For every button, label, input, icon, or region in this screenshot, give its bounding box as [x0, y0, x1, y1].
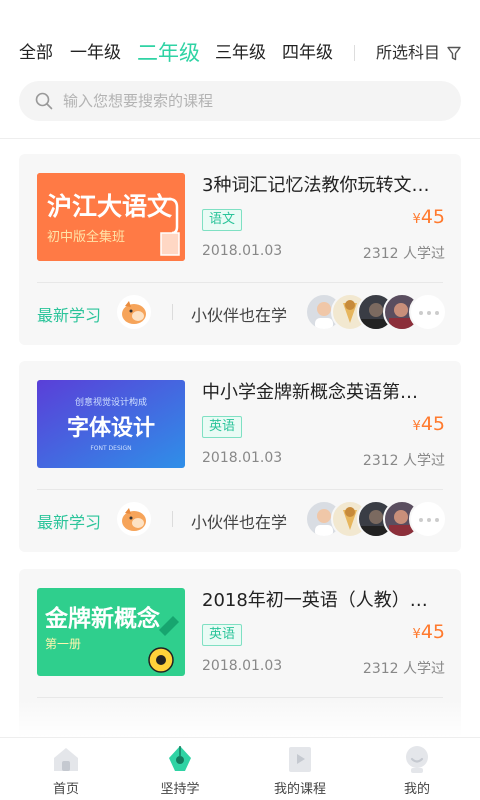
tab-my-courses[interactable]: 我的课程 [240, 738, 360, 800]
more-avatars-button[interactable] [409, 293, 447, 331]
more-dots-icon [419, 518, 439, 522]
latest-study-avatar[interactable] [117, 502, 151, 536]
cover-subtitle: 第一册 [45, 637, 81, 651]
search-bar[interactable] [19, 81, 461, 121]
tab-persist-study[interactable]: 坚持学 [120, 738, 240, 800]
price-value: 45 [420, 413, 445, 435]
course-date: 2018.01.03 [202, 243, 283, 259]
friends-avatar-group[interactable] [305, 500, 447, 538]
currency-symbol: ¥ [412, 419, 421, 434]
course-cover-art: 创意视觉设计构成 字体设计 FONT DESIGN [37, 380, 185, 468]
course-thumbnail[interactable]: 创意视觉设计构成 字体设计 FONT DESIGN [37, 380, 185, 468]
course-price: ¥45 [413, 621, 445, 643]
tab-label: 首页 [52, 782, 79, 797]
subject-tag: 英语 [202, 624, 243, 646]
course-title[interactable]: 中小学金牌新概念英语第… [202, 380, 448, 406]
tab-grade-all[interactable]: 全部 [19, 36, 53, 70]
course-card[interactable]: 沪江大语文 初中版全集班 3种词汇记忆法教你玩转文… 语文 ¥45 2018.0… [19, 154, 461, 345]
currency-symbol: ¥ [412, 212, 421, 227]
learner-count: 2312 人学过 [362, 661, 445, 677]
course-cover-art: 金牌新概念 第一册 [37, 588, 185, 676]
tab-home[interactable]: 首页 [6, 738, 126, 800]
course-title[interactable]: 2018年初一英语（人教）… [202, 588, 448, 614]
subject-filter-button[interactable]: 所选科目 [376, 36, 440, 70]
tab-label: 我的 [403, 782, 430, 797]
course-thumbnail[interactable]: 金牌新概念 第一册 [37, 588, 185, 676]
tab-grade-1[interactable]: 一年级 [70, 36, 121, 70]
card-divider [37, 697, 443, 698]
friends-avatar-group[interactable] [305, 293, 447, 331]
course-date: 2018.01.03 [202, 658, 283, 674]
scroll-fade [0, 700, 480, 737]
card-divider [37, 489, 443, 490]
subject-tag: 语文 [202, 209, 243, 231]
course-date: 2018.01.03 [202, 450, 283, 466]
bottom-tab-bar: 首页 坚持学 我的课程 我的 [0, 737, 480, 800]
cover-title: 字体设计 [67, 415, 155, 441]
divider [172, 304, 173, 320]
divider [172, 511, 173, 527]
course-price: ¥45 [413, 413, 445, 435]
tab-profile[interactable]: 我的 [357, 738, 477, 800]
mascot-icon [122, 301, 146, 324]
subject-tag: 英语 [202, 416, 243, 438]
cover-subtitle: 初中版全集班 [47, 229, 125, 245]
course-video-icon [289, 747, 311, 772]
search-icon [35, 92, 53, 110]
cover-subtitle: FONT DESIGN [90, 445, 131, 452]
course-thumbnail[interactable]: 沪江大语文 初中版全集班 [37, 173, 185, 261]
learner-count: 2312 人学过 [362, 246, 445, 262]
tab-grade-3[interactable]: 三年级 [215, 36, 266, 70]
currency-symbol: ¥ [412, 627, 421, 642]
latest-study-link[interactable]: 最新学习 [37, 302, 101, 326]
latest-study-link[interactable]: 最新学习 [37, 509, 101, 533]
pen-nib-icon [169, 746, 191, 771]
more-avatars-button[interactable] [409, 500, 447, 538]
more-dots-icon [419, 311, 439, 315]
latest-study-avatar[interactable] [117, 295, 151, 329]
search-input[interactable] [63, 81, 443, 121]
course-title[interactable]: 3种词汇记忆法教你玩转文… [202, 173, 448, 199]
divider [354, 45, 355, 61]
tab-label: 坚持学 [160, 782, 200, 797]
cover-title: 金牌新概念 [44, 605, 160, 632]
mascot-icon [122, 508, 146, 531]
friends-studying-label: 小伙伴也在学 [191, 306, 288, 325]
price-value: 45 [420, 621, 445, 643]
grade-tab-bar: 全部 一年级 二年级 三年级 四年级 所选科目 [0, 36, 480, 70]
course-price: ¥45 [413, 206, 445, 228]
course-card[interactable]: 创意视觉设计构成 字体设计 FONT DESIGN 中小学金牌新概念英语第… 英… [19, 361, 461, 552]
funnel-icon[interactable] [447, 46, 461, 61]
card-divider [37, 282, 443, 283]
tab-grade-2[interactable]: 二年级 [137, 36, 200, 70]
home-icon [54, 748, 78, 771]
header-divider [0, 138, 480, 139]
profile-icon [406, 746, 428, 773]
friends-studying-label: 小伙伴也在学 [191, 513, 288, 532]
tab-grade-4[interactable]: 四年级 [282, 36, 333, 70]
cover-title: 沪江大语文 [47, 192, 173, 221]
learner-count: 2312 人学过 [362, 453, 445, 469]
course-cover-art: 沪江大语文 初中版全集班 [37, 173, 185, 261]
cover-caption: 创意视觉设计构成 [75, 396, 147, 408]
tab-label: 我的课程 [273, 782, 326, 797]
price-value: 45 [420, 206, 445, 228]
